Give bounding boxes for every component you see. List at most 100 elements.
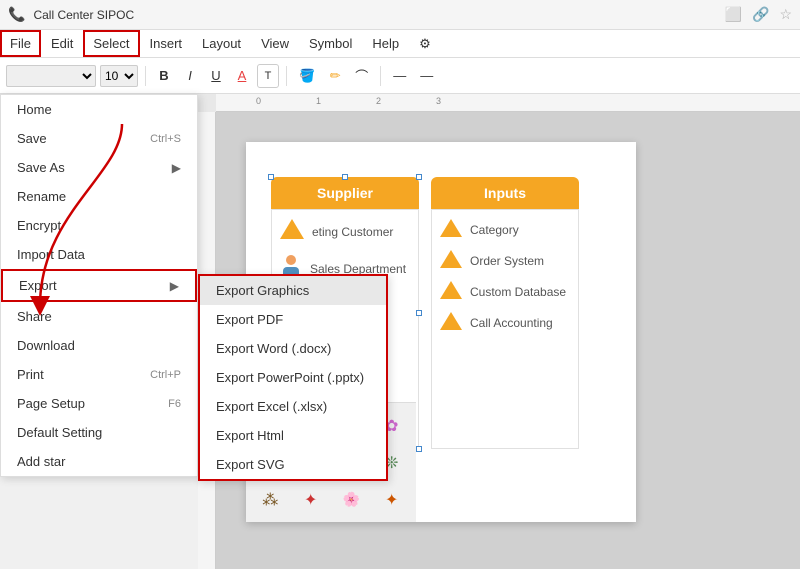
inputs-item-3: Custom Database <box>436 276 574 307</box>
inputs-item-1: Category <box>436 214 574 245</box>
toolbar-separator-2 <box>286 66 287 86</box>
inputs-text-4: Call Accounting <box>470 316 553 330</box>
symbol-10[interactable]: ✦ <box>293 483 330 516</box>
curve-button[interactable]: ⌒ <box>350 64 373 88</box>
inputs-item-2: Order System <box>436 245 574 276</box>
fill-button[interactable]: 🪣 <box>294 64 320 88</box>
menu-view-label: View <box>261 36 289 51</box>
line-style-1[interactable]: — <box>388 64 411 88</box>
add-star-label: Add star <box>17 454 65 469</box>
menu-item-download[interactable]: Download <box>1 331 197 360</box>
menu-view[interactable]: View <box>251 30 299 57</box>
export-word-label: Export Word (.docx) <box>216 341 331 356</box>
ruler-mark-2: 2 <box>376 94 381 106</box>
bold-button[interactable]: B <box>153 64 175 88</box>
page-setup-label: Page Setup <box>17 396 85 411</box>
export-graphics[interactable]: Export Graphics <box>200 276 386 305</box>
default-setting-label: Default Setting <box>17 425 102 440</box>
menu-item-export[interactable]: Export ▶ <box>1 269 197 302</box>
symbol-9[interactable]: ⁂ <box>252 483 289 516</box>
menu-select[interactable]: Select <box>83 30 139 57</box>
ruler-mark-1: 1 <box>316 94 321 106</box>
menu-help[interactable]: Help <box>362 30 409 57</box>
toolbar-separator-1 <box>145 66 146 86</box>
export-excel[interactable]: Export Excel (.xlsx) <box>200 392 386 421</box>
symbol-12[interactable]: ✦ <box>374 483 411 516</box>
menu-edit[interactable]: Edit <box>41 30 83 57</box>
export-powerpoint-label: Export PowerPoint (.pptx) <box>216 370 364 385</box>
inputs-shape-3 <box>440 281 462 302</box>
inputs-shape-1 <box>440 219 462 240</box>
toolbar: 10 B I U A T 🪣 ✏ ⌒ — — <box>0 58 800 94</box>
export-graphics-label: Export Graphics <box>216 283 309 298</box>
symbol-11[interactable]: 🌸 <box>333 483 370 516</box>
export-pdf[interactable]: Export PDF <box>200 305 386 334</box>
settings-icon: ⚙ <box>419 36 431 52</box>
export-submenu: Export Graphics Export PDF Export Word (… <box>198 274 388 481</box>
supplier-text-1: eting Customer <box>312 225 393 239</box>
menu-file-label: File <box>10 36 31 51</box>
toolbar-separator-3 <box>380 66 381 86</box>
pen-button[interactable]: ✏ <box>324 64 346 88</box>
font-color-button[interactable]: A <box>231 64 253 88</box>
save-as-label: Save As <box>17 160 65 175</box>
title-controls: ⬜ 🔗 ☆ <box>725 6 792 23</box>
page-setup-shortcut: F6 <box>168 398 181 410</box>
italic-button[interactable]: I <box>179 64 201 88</box>
share-label: Share <box>17 309 52 324</box>
menu-item-share[interactable]: Share <box>1 302 197 331</box>
save-label: Save <box>17 131 47 146</box>
menu-insert[interactable]: Insert <box>140 30 193 57</box>
inputs-header: Inputs <box>431 177 579 209</box>
menu-symbol-label: Symbol <box>309 36 352 51</box>
menu-item-page-setup[interactable]: Page Setup F6 <box>1 389 197 418</box>
print-label: Print <box>17 367 44 382</box>
menu-item-print[interactable]: Print Ctrl+P <box>1 360 197 389</box>
title-bar: 📞 Call Center SIPOC ⬜ 🔗 ☆ <box>0 0 800 30</box>
export-excel-label: Export Excel (.xlsx) <box>216 399 327 414</box>
save-icon[interactable]: ⬜ <box>725 6 742 23</box>
menu-item-import-data[interactable]: Import Data <box>1 240 197 269</box>
save-as-arrow: ▶ <box>172 161 181 175</box>
share-icon[interactable]: 🔗 <box>752 6 769 23</box>
inputs-text-1: Category <box>470 223 519 237</box>
export-svg-label: Export SVG <box>216 457 285 472</box>
menu-item-add-star[interactable]: Add star <box>1 447 197 476</box>
underline-button[interactable]: U <box>205 64 227 88</box>
menu-item-home[interactable]: Home <box>1 95 197 124</box>
font-name-select[interactable] <box>6 65 96 87</box>
export-word[interactable]: Export Word (.docx) <box>200 334 386 363</box>
text-button[interactable]: T <box>257 64 279 88</box>
font-size-select[interactable]: 10 <box>100 65 138 87</box>
menu-item-save-as[interactable]: Save As ▶ <box>1 153 197 182</box>
menu-item-save[interactable]: Save Ctrl+S <box>1 124 197 153</box>
menu-settings[interactable]: ⚙ <box>409 30 441 57</box>
menu-item-default-setting[interactable]: Default Setting <box>1 418 197 447</box>
inputs-header-label: Inputs <box>484 185 526 201</box>
import-data-label: Import Data <box>17 247 85 262</box>
menu-file[interactable]: File <box>0 30 41 57</box>
export-svg[interactable]: Export SVG <box>200 450 386 479</box>
main-area: Home Save Ctrl+S Save As ▶ Rename Encryp… <box>0 94 800 569</box>
menu-bar: File Edit Select Insert Layout View Symb… <box>0 30 800 58</box>
selection-handle-tr <box>416 174 422 180</box>
export-arrow: ▶ <box>170 279 179 293</box>
menu-item-encrypt[interactable]: Encrypt <box>1 211 197 240</box>
line-style-2[interactable]: — <box>415 64 438 88</box>
menu-edit-label: Edit <box>51 36 73 51</box>
menu-layout[interactable]: Layout <box>192 30 251 57</box>
export-label: Export <box>19 278 57 293</box>
menu-symbol[interactable]: Symbol <box>299 30 362 57</box>
rename-label: Rename <box>17 189 66 204</box>
download-label: Download <box>17 338 75 353</box>
home-label: Home <box>17 102 52 117</box>
inputs-shape-2 <box>440 250 462 271</box>
menu-item-rename[interactable]: Rename <box>1 182 197 211</box>
export-html[interactable]: Export Html <box>200 421 386 450</box>
export-powerpoint[interactable]: Export PowerPoint (.pptx) <box>200 363 386 392</box>
inputs-text-2: Order System <box>470 254 544 268</box>
inputs-shape-4 <box>440 312 462 333</box>
selection-handle-br <box>416 446 422 452</box>
star-icon[interactable]: ☆ <box>779 6 792 23</box>
app-title: Call Center SIPOC <box>33 8 716 22</box>
